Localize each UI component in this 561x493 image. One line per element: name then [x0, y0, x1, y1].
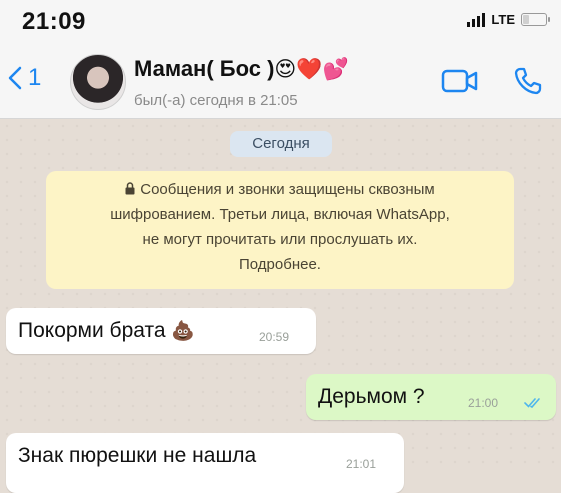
network-type: LTE — [491, 12, 515, 27]
back-button[interactable]: 1 — [8, 64, 41, 92]
encryption-notice[interactable]: Сообщения и звонки защищены сквозным шиф… — [46, 171, 514, 289]
poop-emoji: 💩 — [171, 321, 196, 342]
status-indicators: LTE — [467, 12, 550, 27]
message-time: 21:01 — [346, 457, 377, 471]
unread-count: 1 — [28, 64, 42, 91]
status-bar: 21:09 LTE — [0, 0, 561, 42]
message-text: Знак пюрешки не нашла — [18, 444, 257, 467]
encryption-notice-line1: Сообщения и звонки защищены сквозным — [46, 177, 514, 202]
message-time: 21:00 — [468, 396, 499, 410]
last-seen-status: был(-а) сегодня в 21:05 — [134, 92, 298, 109]
chat-area[interactable]: Сегодня Сообщения и звонки защищены скво… — [0, 119, 561, 493]
message-text: Покорми брата 💩 — [18, 319, 196, 342]
read-receipt-icon — [524, 398, 540, 408]
contact-name-emoji: 😍❤️💕 — [274, 58, 349, 81]
message-incoming[interactable]: Покорми брата 💩 20:59 — [6, 308, 316, 354]
message-time: 20:59 — [259, 330, 290, 344]
message-outgoing[interactable]: Дерьмом ? 21:00 — [306, 374, 556, 420]
encryption-notice-line3: не могут прочитать или прослушать их. — [142, 231, 418, 248]
contact-name[interactable]: Маман( Бос )😍❤️💕 — [134, 56, 349, 82]
date-separator: Сегодня — [230, 131, 332, 157]
contact-name-text: Маман( Бос ) — [134, 56, 275, 81]
chevron-left-icon — [8, 66, 22, 90]
signal-icon — [467, 12, 486, 27]
status-time: 21:09 — [22, 8, 86, 35]
message-incoming[interactable]: Знак пюрешки не нашла 21:01 — [6, 433, 404, 493]
encryption-notice-line2: шифрованием. Третьи лица, включая WhatsA… — [110, 206, 450, 223]
battery-icon — [521, 13, 550, 26]
video-call-icon — [441, 69, 478, 93]
message-text: Дерьмом ? — [318, 385, 425, 408]
lock-icon — [125, 182, 135, 195]
avatar[interactable] — [70, 54, 126, 110]
chat-header: 1 Маман( Бос )😍❤️💕 был(-а) сегодня в 21:… — [0, 42, 561, 119]
learn-more-link[interactable]: Подробнее. — [46, 252, 514, 277]
voice-call-button[interactable] — [513, 66, 543, 101]
phone-icon — [514, 67, 542, 95]
video-call-button[interactable] — [441, 68, 479, 99]
